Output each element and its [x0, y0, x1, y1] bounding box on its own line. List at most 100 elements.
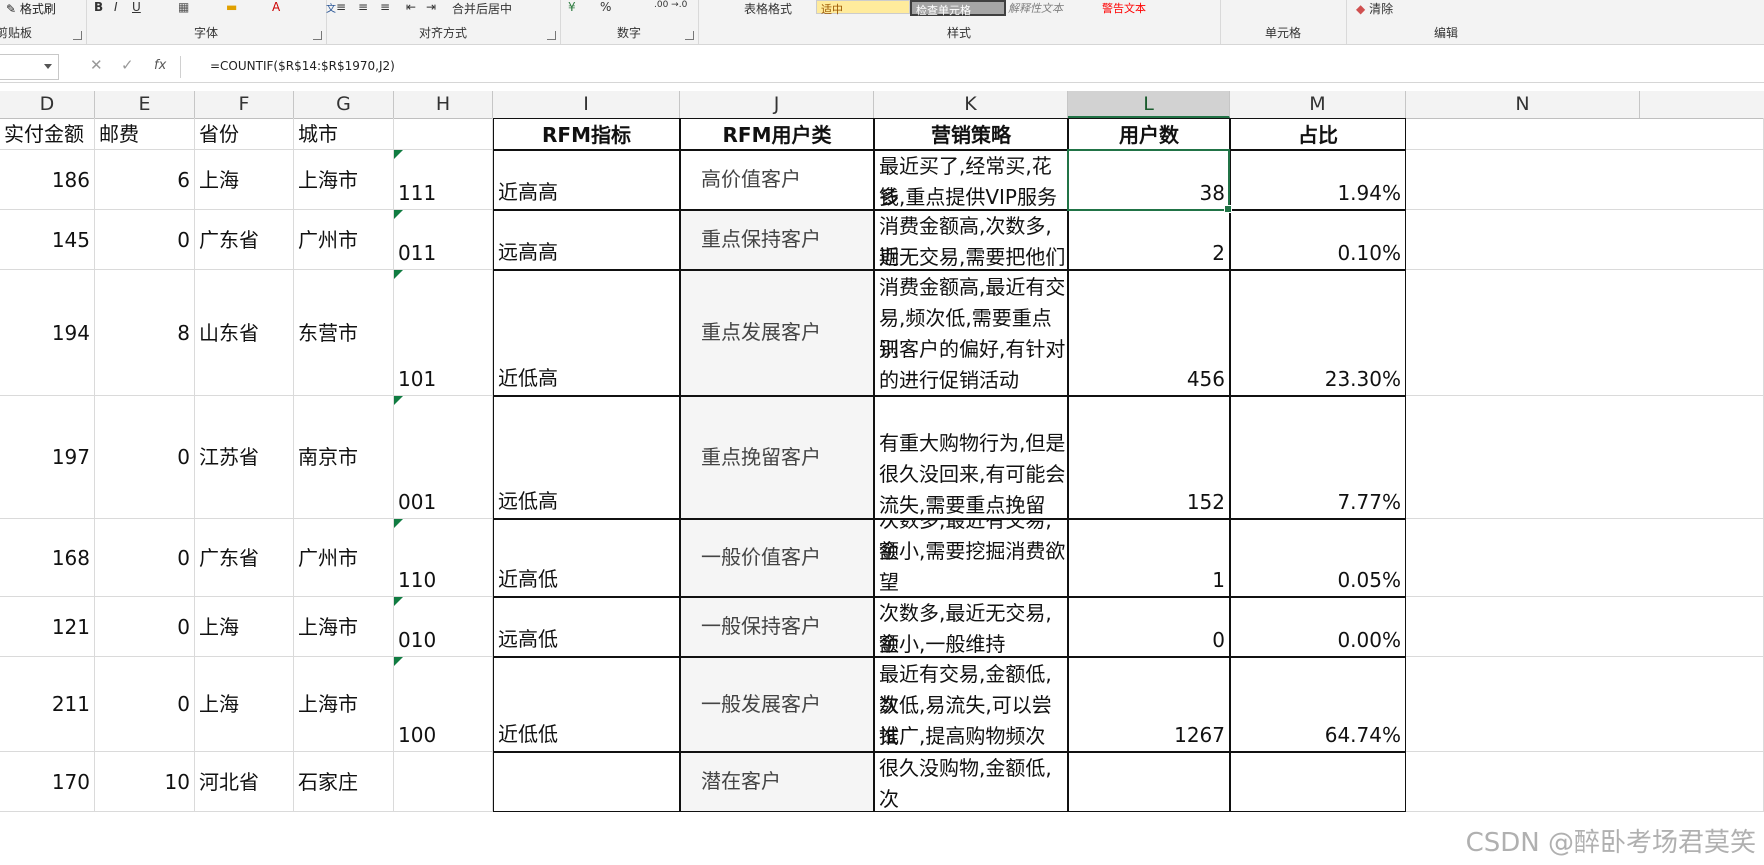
- name-box[interactable]: [0, 54, 59, 80]
- cell-L[interactable]: 1267: [1068, 657, 1230, 752]
- font-color-icon[interactable]: A: [272, 0, 280, 14]
- column-header-I[interactable]: I: [493, 91, 680, 118]
- cell-M[interactable]: 7.77%: [1230, 396, 1406, 519]
- align-right-icon[interactable]: ≡: [380, 0, 390, 14]
- cell-N[interactable]: [1406, 752, 1764, 812]
- cell-F[interactable]: 上海: [195, 597, 294, 657]
- clipboard-launcher-icon[interactable]: [73, 31, 82, 40]
- cell-L[interactable]: 1: [1068, 519, 1230, 597]
- cancel-icon[interactable]: ✕: [90, 56, 103, 74]
- header-cell-H[interactable]: [394, 118, 493, 150]
- italic-button[interactable]: I: [114, 0, 118, 14]
- cell-K[interactable]: 有重大购物行为,但是 很久没回来,有可能会 流失,需要重点挽留: [874, 396, 1068, 519]
- cell-I[interactable]: 近低高: [493, 270, 680, 396]
- cell-G[interactable]: 上海市: [294, 657, 394, 752]
- cell-M[interactable]: 0.05%: [1230, 519, 1406, 597]
- cell-L[interactable]: 0: [1068, 597, 1230, 657]
- header-cell-N[interactable]: [1406, 118, 1764, 150]
- decimal-icon[interactable]: .00 →.0: [654, 0, 687, 12]
- cell-I[interactable]: 近低低: [493, 657, 680, 752]
- formula-input[interactable]: =COUNTIF($R$14:$R$1970,J2): [210, 59, 395, 73]
- cell-L[interactable]: 38: [1068, 150, 1230, 210]
- number-launcher-icon[interactable]: [685, 31, 694, 40]
- cell-K[interactable]: 次数多,最近有交易,金 额小,需要挖掘消费欲望: [874, 519, 1068, 597]
- cell-G[interactable]: 上海市: [294, 597, 394, 657]
- cell-L[interactable]: 456: [1068, 270, 1230, 396]
- cell-K[interactable]: 最近买了,经常买,花钱多,重点提供VIP服务的: [874, 150, 1068, 210]
- clear-button[interactable]: ◆ 清除: [1356, 0, 1393, 16]
- cell-N[interactable]: [1406, 657, 1764, 752]
- cell-M[interactable]: 1.94%: [1230, 150, 1406, 210]
- column-header-F[interactable]: F: [195, 91, 294, 118]
- cell-M[interactable]: 0.00%: [1230, 597, 1406, 657]
- column-header-E[interactable]: E: [95, 91, 195, 118]
- cell-J[interactable]: 重点发展客户: [680, 270, 874, 396]
- error-indicator-icon[interactable]: [394, 657, 403, 666]
- header-cell-D[interactable]: 实付金额: [0, 118, 95, 150]
- underline-button[interactable]: U: [132, 0, 141, 14]
- cell-L[interactable]: 2: [1068, 210, 1230, 270]
- confirm-icon[interactable]: ✓: [121, 56, 134, 74]
- cell-N[interactable]: [1406, 270, 1764, 396]
- cell-F[interactable]: 河北省: [195, 752, 294, 812]
- error-indicator-icon[interactable]: [394, 270, 403, 279]
- cell-H[interactable]: 111: [394, 150, 493, 210]
- cell-J[interactable]: 一般保持客户: [680, 597, 874, 657]
- error-indicator-icon[interactable]: [394, 597, 403, 606]
- alignment-launcher-icon[interactable]: [547, 31, 556, 40]
- error-indicator-icon[interactable]: [394, 519, 403, 528]
- cell-I[interactable]: 近高低: [493, 519, 680, 597]
- cell-E[interactable]: 0: [95, 519, 195, 597]
- cell-G[interactable]: 广州市: [294, 210, 394, 270]
- cell-K[interactable]: 消费金额高,最近有交 易,频次低,需要重点识 别客户的偏好,有针对 的进行促销活动: [874, 270, 1068, 396]
- cell-F[interactable]: 江苏省: [195, 396, 294, 519]
- column-header-M[interactable]: M: [1230, 91, 1406, 118]
- cell-E[interactable]: 0: [95, 210, 195, 270]
- header-cell-I[interactable]: RFM指标: [493, 118, 680, 150]
- insert-function-icon[interactable]: fx: [154, 58, 166, 73]
- column-header-J[interactable]: J: [680, 91, 874, 118]
- style-explanatory[interactable]: 解释性文本: [1004, 0, 1067, 15]
- fill-color-icon[interactable]: ▬: [226, 0, 237, 14]
- cell-I[interactable]: [493, 752, 680, 812]
- header-cell-J[interactable]: RFM用户类: [680, 118, 874, 150]
- header-cell-L[interactable]: 用户数: [1068, 118, 1230, 150]
- cell-E[interactable]: 0: [95, 396, 195, 519]
- cell-E[interactable]: 8: [95, 270, 195, 396]
- style-warning[interactable]: 警告文本: [1098, 0, 1150, 15]
- header-cell-E[interactable]: 邮费: [95, 118, 195, 150]
- bold-button[interactable]: B: [94, 0, 103, 14]
- cell-G[interactable]: 上海市: [294, 150, 394, 210]
- column-header-N[interactable]: N: [1406, 91, 1640, 118]
- cell-J[interactable]: 潜在客户: [680, 752, 874, 812]
- cell-D[interactable]: 194: [0, 270, 95, 396]
- style-neutral[interactable]: 适中: [816, 0, 910, 16]
- cell-M[interactable]: [1230, 752, 1406, 812]
- cell-M[interactable]: 0.10%: [1230, 210, 1406, 270]
- error-indicator-icon[interactable]: [394, 396, 403, 405]
- cell-K[interactable]: 消费金额高,次数多,近 期无交易,需要把他们: [874, 210, 1068, 270]
- column-header-G[interactable]: G: [294, 91, 394, 118]
- cell-D[interactable]: 211: [0, 657, 95, 752]
- cell-F[interactable]: 上海: [195, 657, 294, 752]
- header-cell-F[interactable]: 省份: [195, 118, 294, 150]
- header-cell-K[interactable]: 营销策略: [874, 118, 1068, 150]
- cell-E[interactable]: 10: [95, 752, 195, 812]
- border-icon[interactable]: ▦: [178, 0, 189, 14]
- cell-I[interactable]: 近高高: [493, 150, 680, 210]
- indent-icon[interactable]: ⇤: [406, 0, 416, 14]
- column-header-L[interactable]: L: [1068, 91, 1230, 118]
- cell-K[interactable]: 次数多,最近无交易,金 额小,一般维持: [874, 597, 1068, 657]
- cell-N[interactable]: [1406, 396, 1764, 519]
- cell-F[interactable]: 上海: [195, 150, 294, 210]
- column-header-H[interactable]: H: [394, 91, 493, 118]
- cell-G[interactable]: 广州市: [294, 519, 394, 597]
- error-indicator-icon[interactable]: [394, 150, 403, 159]
- align-left-icon[interactable]: ≡: [336, 0, 346, 14]
- cell-M[interactable]: 23.30%: [1230, 270, 1406, 396]
- column-header-D[interactable]: D: [0, 91, 95, 118]
- cell-J[interactable]: 一般发展客户: [680, 657, 874, 752]
- cell-D[interactable]: 145: [0, 210, 95, 270]
- cell-I[interactable]: 远低高: [493, 396, 680, 519]
- cell-G[interactable]: 南京市: [294, 396, 394, 519]
